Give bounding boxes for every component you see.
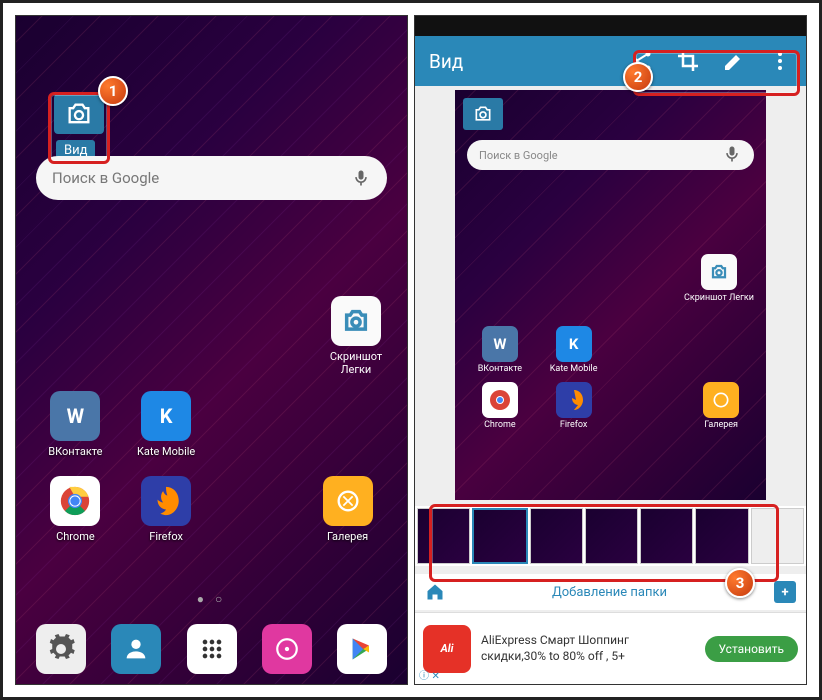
play-store-icon [348,635,376,663]
highlight-2 [633,50,800,96]
ad-banner[interactable]: Ali AliExpress Смарт Шоппинг скидки,30% … [415,612,806,684]
add-folder-button[interactable]: + [774,581,796,603]
status-bar [415,16,806,36]
page-indicator: ● ○ [16,592,407,606]
chrome-icon [58,484,92,518]
gear-icon [46,634,76,664]
dock-app-drawer[interactable] [187,624,237,674]
app-chrome[interactable]: Chrome [36,476,115,543]
home-icon[interactable] [425,582,445,602]
callout-badge-3: 3 [725,568,755,598]
app-gallery[interactable]: Галерея [308,476,387,543]
phone-right: Вид Поиск в Google Скриншот Легки [414,15,807,685]
highlight-1 [48,92,110,164]
phone-left: Вид Поиск в Google Скриншот Легки WВКонт… [15,15,408,685]
screenshot-preview[interactable]: Поиск в Google Скриншот Легки WВКонтакте… [455,90,766,500]
callout-badge-1: 1 [98,76,128,106]
dock-play-store[interactable] [337,624,387,674]
dock [36,624,387,674]
ad-install-button[interactable]: Установить [705,636,798,662]
highlight-3 [429,504,779,582]
app-drawer-icon [198,635,226,663]
ad-text: AliExpress Смарт Шоппинг скидки,30% to 8… [481,633,695,664]
preview-app-screenshot: Скриншот Легки [684,254,754,303]
dock-contacts[interactable] [111,624,161,674]
home-apps-grid: WВКонтакте KKate Mobile Chrome Firefox Г… [36,391,387,543]
music-icon [274,636,300,662]
toolbar-title: Вид [429,50,463,73]
preview-search-bar: Поиск в Google [467,140,754,170]
firefox-icon [149,484,183,518]
app-screenshot-easy[interactable]: Скриншот Легки [316,296,396,376]
tutorial-image: Вид Поиск в Google Скриншот Легки WВКонт… [0,0,822,700]
preview-apps-grid: WВКонтакте KKate Mobile Chrome Firefox Г… [467,326,754,430]
search-placeholder: Поиск в Google [52,169,159,187]
person-icon [122,635,150,663]
ad-logo: Ali [423,625,471,673]
app-kate-mobile[interactable]: KKate Mobile [127,391,206,458]
dock-music[interactable] [262,624,312,674]
mic-icon [722,144,742,167]
app-firefox[interactable]: Firefox [127,476,206,543]
preview-camera-icon [463,98,503,130]
gallery-icon [334,487,362,515]
callout-badge-2: 2 [623,62,653,92]
mic-icon[interactable] [351,168,371,188]
app-vkontakte[interactable]: WВКонтакте [36,391,115,458]
dock-settings[interactable] [36,624,86,674]
ad-info-icon[interactable]: ⓘ ✕ [419,667,440,682]
